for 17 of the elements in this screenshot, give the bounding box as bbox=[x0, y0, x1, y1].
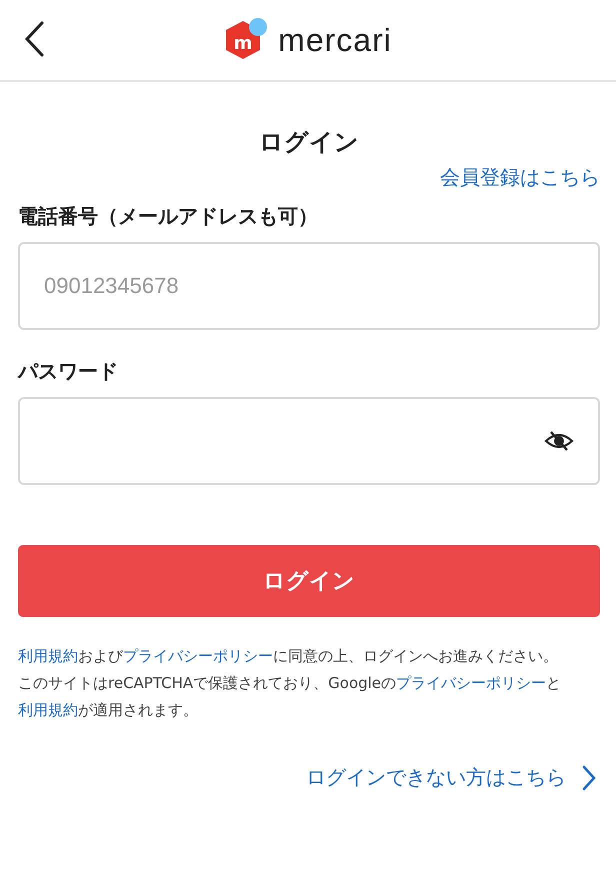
page-title: ログイン bbox=[258, 127, 360, 158]
eye-slash-button[interactable] bbox=[544, 429, 574, 453]
terms-note: 利用規約およびプライバシーポリシーに同意の上、ログインへお進みください。 bbox=[18, 646, 559, 667]
signup-link[interactable]: 会員登録はこちら bbox=[440, 164, 600, 191]
field-label: パスワード bbox=[18, 358, 119, 385]
logo-text: mercari bbox=[278, 22, 392, 58]
phone-field[interactable]: 09012345678 bbox=[18, 242, 600, 330]
chevron-right-icon bbox=[582, 764, 596, 790]
password-field[interactable] bbox=[18, 397, 600, 485]
terms-link[interactable]: 利用規約 bbox=[18, 647, 78, 665]
login-button[interactable]: ログイン bbox=[18, 545, 600, 617]
terms-link[interactable]: 利用規約 bbox=[18, 701, 78, 719]
terms-link[interactable]: プライバシーポリシー bbox=[123, 647, 273, 665]
terms-note: このサイトはreCAPTCHAで保護されており、Googleのプライバシーポリシー と 利用規約が適用されます。 bbox=[18, 673, 562, 721]
help-link[interactable]: ログインできない方はこちら bbox=[306, 764, 600, 791]
field-label: 電話番号（メールアドレスも可） bbox=[18, 203, 319, 230]
terms-link[interactable]: プライバシーポリシー bbox=[396, 674, 546, 692]
